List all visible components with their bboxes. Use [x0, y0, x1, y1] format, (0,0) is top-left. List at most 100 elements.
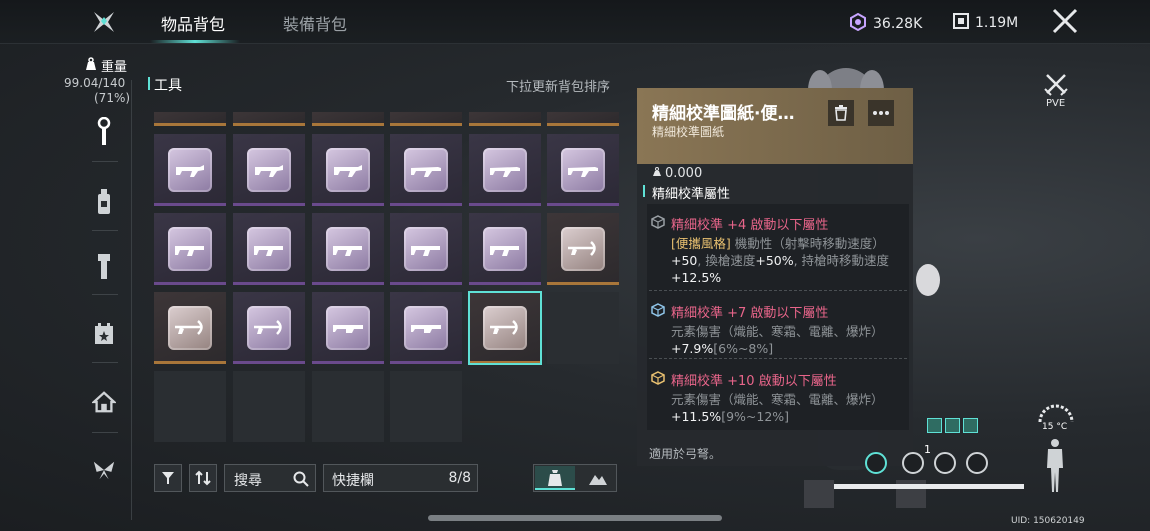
item-slot-partial[interactable] [312, 112, 384, 126]
item-slot[interactable] [390, 292, 462, 364]
more-options-button[interactable] [868, 100, 894, 126]
temperature-gauge: 15 °C [1036, 404, 1076, 434]
weight-value: 99.04/140 [64, 76, 126, 90]
toggle-bag-option[interactable] [535, 466, 575, 490]
terrain-icon[interactable] [588, 470, 608, 486]
attr-marker [643, 185, 645, 197]
block-description: 元素傷害（熾能、寒霜、電離、爆炸） +7.9%[6%~8%] [671, 324, 884, 356]
blueprint-gun-icon [168, 148, 212, 192]
buff-icon [963, 418, 978, 433]
temperature-value: 15 °C [1042, 422, 1068, 432]
crossed-swords-icon [1044, 74, 1068, 96]
game-logo-icon[interactable] [90, 8, 118, 36]
crossbow-blueprint-icon [483, 306, 527, 350]
block-title: 精細校準 +4 啟動以下屬性 [671, 218, 829, 233]
blueprint-gun-icon [326, 306, 370, 350]
crystal-value: 36.28K [873, 16, 923, 32]
blueprint-gun-icon [561, 148, 605, 192]
crossbow-blueprint-icon [168, 306, 212, 350]
sort-hint: 下拉更新背包排序 [506, 80, 611, 95]
blueprint-gun-icon [247, 227, 291, 271]
item-title: 精細校準圖紙·便… [652, 104, 795, 124]
token-icon [953, 13, 969, 33]
rail-separator [92, 161, 118, 162]
item-slot[interactable] [312, 134, 384, 206]
sidebar-divider [131, 80, 132, 520]
item-subtitle: 精細校準圖紙 [652, 125, 725, 139]
gold-cube-icon [651, 371, 665, 385]
filter-button[interactable] [154, 464, 182, 492]
item-slot[interactable] [154, 292, 226, 364]
item-slot[interactable] [469, 213, 541, 285]
close-icon [1052, 8, 1078, 34]
tab-item-bag[interactable]: 物品背包 [161, 11, 225, 35]
item-slot[interactable] [233, 213, 305, 285]
flashlight-icon[interactable] [92, 253, 116, 281]
attribute-list: 精細校準 +4 啟動以下屬性 [便攜風格] 機動性（射擊時移動速度）+50, 換… [647, 204, 909, 430]
currency-crystal: 36.28K [849, 12, 923, 35]
view-toggle[interactable] [533, 464, 617, 492]
wrench-icon[interactable] [92, 117, 116, 146]
item-slot[interactable] [312, 292, 384, 364]
empty-slot[interactable] [312, 371, 384, 442]
quickbar-button[interactable]: 快捷欄 8/8 [323, 464, 478, 492]
block-title: 精細校準 +7 啟動以下屬性 [671, 306, 829, 321]
butterfly-icon[interactable] [92, 456, 116, 484]
weight-icon [652, 166, 662, 181]
water-drop-icon[interactable] [934, 452, 956, 474]
calendar-star-icon[interactable] [92, 320, 116, 348]
skill-ring[interactable] [865, 452, 887, 474]
blueprint-gun-icon [247, 306, 291, 350]
empty-slot[interactable] [390, 371, 462, 442]
stomach-icon[interactable] [966, 452, 988, 474]
item-slot[interactable] [469, 134, 541, 206]
weight-icon [84, 56, 98, 75]
buff-icon [927, 418, 942, 433]
item-slot[interactable] [233, 292, 305, 364]
item-slot-partial[interactable] [390, 112, 462, 126]
item-slot[interactable] [547, 134, 619, 206]
tab-active-underline [150, 40, 240, 43]
trash-icon [835, 105, 847, 121]
bottle-icon[interactable] [92, 188, 116, 216]
blueprint-gun-icon [247, 148, 291, 192]
item-slot[interactable] [154, 213, 226, 285]
item-slot[interactable] [390, 213, 462, 285]
mode-label: PVE [1046, 98, 1066, 109]
item-slot[interactable] [233, 134, 305, 206]
cube-icon [651, 303, 665, 317]
item-slot-partial[interactable] [233, 112, 305, 126]
search-input[interactable]: 搜尋 [224, 464, 316, 492]
item-slot[interactable] [154, 134, 226, 206]
empty-slot[interactable] [547, 292, 619, 364]
token-value: 1.19M [975, 15, 1019, 31]
search-label: 搜尋 [234, 473, 262, 489]
tab-equipment-bag[interactable]: 裝備背包 [283, 11, 347, 35]
pve-mode-button[interactable]: PVE [1038, 72, 1074, 112]
search-icon [293, 471, 309, 487]
empty-slot[interactable] [233, 371, 305, 442]
item-slot-selected[interactable] [468, 291, 542, 365]
blueprint-gun-icon [404, 306, 448, 350]
delete-button[interactable] [828, 100, 854, 126]
rail-separator [92, 294, 118, 295]
item-slot-partial[interactable] [547, 112, 619, 126]
block-title: 精細校準 +10 啟動以下屬性 [671, 374, 837, 389]
house-icon[interactable] [92, 388, 116, 416]
weight-label: 重量 [84, 56, 127, 75]
blueprint-gun-icon [326, 227, 370, 271]
home-indicator[interactable] [428, 515, 722, 521]
crystal-icon [849, 12, 867, 35]
item-slot[interactable] [312, 213, 384, 285]
item-slot-partial[interactable] [154, 112, 226, 126]
filter-icon [162, 472, 174, 484]
sort-button[interactable] [189, 464, 217, 492]
close-button[interactable] [1052, 8, 1078, 34]
empty-slot[interactable] [154, 371, 226, 442]
section-title: 工具 [154, 78, 182, 94]
item-slot[interactable] [390, 134, 462, 206]
item-slot[interactable] [547, 213, 619, 285]
blueprint-gun-icon [404, 227, 448, 271]
item-slot-partial[interactable] [469, 112, 541, 126]
skill-ring[interactable] [902, 452, 924, 474]
